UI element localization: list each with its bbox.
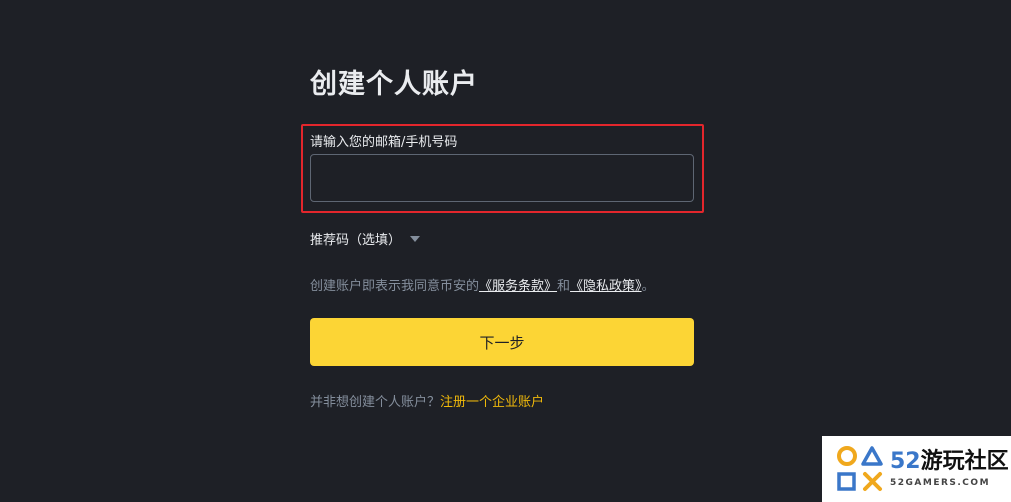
page-title: 创建个人账户 xyxy=(310,69,478,100)
watermark-title: 52游玩社区 xyxy=(890,450,1009,474)
terms-suffix: 。 xyxy=(641,279,655,294)
business-signup-link[interactable]: 注册一个企业账户 xyxy=(440,395,544,410)
terms-and: 和 xyxy=(557,279,571,294)
site-watermark: 52游玩社区 52GAMERS.COM xyxy=(822,436,1011,502)
terms-of-service-link[interactable]: 《服务条款》 xyxy=(479,279,557,294)
business-account-prompt: 并非想创建个人账户？注册一个企业账户 xyxy=(310,391,544,410)
referral-code-toggle[interactable]: 推荐码（选填） xyxy=(310,229,421,248)
watermark-text: 52游玩社区 52GAMERS.COM xyxy=(890,450,1009,489)
watermark-number: 52 xyxy=(890,449,921,474)
business-prompt-text: 并非想创建个人账户？ xyxy=(310,395,441,410)
next-step-button[interactable]: 下一步 xyxy=(310,318,694,366)
watermark-name: 游玩社区 xyxy=(920,449,1009,474)
terms-text: 创建账户即表示我同意币安的《服务条款》和《隐私政策》。 xyxy=(310,275,655,294)
gamepad-symbols-icon xyxy=(834,443,886,495)
caret-down-icon xyxy=(410,236,421,242)
referral-code-label: 推荐码（选填） xyxy=(310,233,402,248)
email-phone-input[interactable] xyxy=(310,154,694,202)
terms-prefix: 创建账户即表示我同意币安的 xyxy=(310,279,480,294)
privacy-policy-link[interactable]: 《隐私政策》 xyxy=(570,279,642,294)
email-field-label: 请输入您的邮箱/手机号码 xyxy=(310,135,458,150)
watermark-site: 52GAMERS.COM xyxy=(890,478,991,488)
signup-page: 创建个人账户 请输入您的邮箱/手机号码 推荐码（选填） 创建账户即表示我同意币安… xyxy=(0,0,1011,502)
